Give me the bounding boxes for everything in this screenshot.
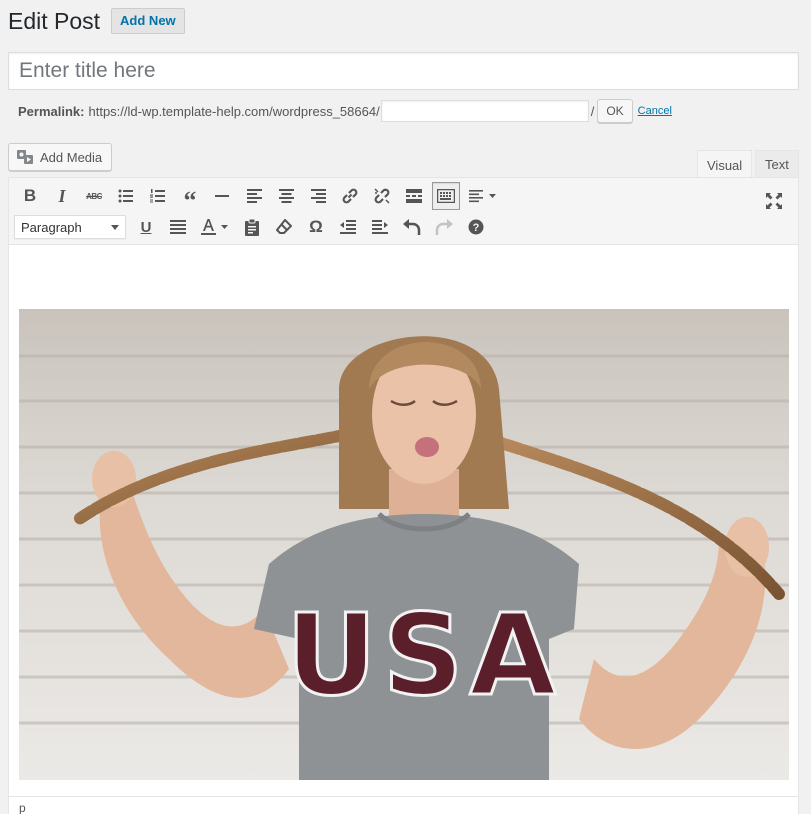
- fullscreen-button[interactable]: [758, 187, 790, 215]
- editor-toolbar: B I ABC “ Paragraph U Ω ?: [9, 178, 798, 245]
- outdent-button[interactable]: [332, 213, 364, 241]
- special-character-button[interactable]: Ω: [300, 213, 332, 241]
- justify-button[interactable]: [162, 213, 194, 241]
- permalink-label: Permalink:: [18, 103, 85, 119]
- tab-text[interactable]: Text: [755, 150, 799, 178]
- toolbar-row-2: Paragraph U Ω ?: [14, 212, 492, 242]
- align-dropdown-icon: [469, 190, 496, 203]
- toolbar-row-1: B I ABC “: [14, 181, 504, 215]
- add-new-button[interactable]: Add New: [111, 8, 185, 34]
- align-right-button[interactable]: [302, 182, 334, 210]
- underline-icon: U: [140, 218, 152, 236]
- align-center-icon: [278, 189, 294, 203]
- horizontal-line-icon: [215, 195, 229, 197]
- justify-icon: [170, 220, 186, 234]
- align-left-button[interactable]: [238, 182, 270, 210]
- read-more-icon: [406, 189, 422, 203]
- redo-icon: [435, 219, 453, 235]
- permalink-slash: /: [590, 103, 595, 119]
- bullet-list-icon: [118, 189, 133, 203]
- add-media-label: Add Media: [40, 149, 103, 165]
- bullet-list-button[interactable]: [110, 182, 142, 210]
- omega-icon: Ω: [309, 217, 323, 236]
- text-align-dropdown[interactable]: [462, 182, 504, 210]
- post-title-input[interactable]: [9, 53, 798, 89]
- fullscreen-icon: [766, 193, 782, 209]
- undo-icon: [403, 219, 421, 235]
- link-icon: [342, 188, 358, 204]
- italic-button[interactable]: I: [46, 182, 78, 210]
- insert-link-button[interactable]: [334, 182, 366, 210]
- page-title: Edit Post: [8, 8, 101, 34]
- blockquote-icon: “: [183, 186, 197, 215]
- tshirt-text: USA: [286, 591, 562, 721]
- permalink-base-url: https://ld-wp.template-help.com/wordpres…: [88, 103, 380, 119]
- undo-button[interactable]: [396, 213, 428, 241]
- clipboard-icon: [245, 218, 259, 236]
- permalink-row: Permalink: https://ld-wp.template-help.c…: [18, 99, 672, 123]
- horizontal-line-button[interactable]: [206, 182, 238, 210]
- bold-button[interactable]: B: [14, 182, 46, 210]
- outdent-icon: [340, 220, 356, 234]
- strikethrough-icon: ABC: [86, 191, 102, 201]
- numbered-list-icon: [150, 189, 165, 203]
- tab-visual[interactable]: Visual: [697, 150, 753, 179]
- numbered-list-button[interactable]: [142, 182, 174, 210]
- indent-button[interactable]: [364, 213, 396, 241]
- text-color-button[interactable]: [194, 213, 236, 241]
- italic-icon: I: [58, 185, 66, 206]
- help-button[interactable]: ?: [460, 213, 492, 241]
- editor: B I ABC “ Paragraph U Ω ? USA p: [8, 177, 799, 814]
- help-icon: ?: [468, 219, 484, 235]
- eraser-icon: [276, 219, 292, 234]
- unlink-icon: [374, 188, 390, 204]
- editor-statusbar: p: [9, 796, 798, 814]
- media-icon: [17, 150, 33, 164]
- keyboard-icon: [437, 189, 455, 203]
- permalink-ok-button[interactable]: OK: [597, 99, 633, 123]
- indent-icon: [372, 220, 388, 234]
- align-right-icon: [310, 189, 326, 203]
- add-media-button[interactable]: Add Media: [8, 143, 113, 171]
- underline-button[interactable]: U: [130, 213, 162, 241]
- permalink-slug-input[interactable]: [380, 100, 589, 122]
- remove-link-button[interactable]: [366, 182, 398, 210]
- redo-button[interactable]: [428, 213, 460, 241]
- paste-as-text-button[interactable]: [236, 213, 268, 241]
- bold-icon: B: [23, 186, 37, 205]
- help-glyph: ?: [473, 222, 480, 234]
- page-header: Edit Post Add New: [8, 6, 185, 36]
- align-center-button[interactable]: [270, 182, 302, 210]
- element-path[interactable]: p: [19, 801, 26, 814]
- blockquote-button[interactable]: “: [174, 182, 206, 215]
- format-select[interactable]: Paragraph: [14, 215, 126, 239]
- editor-content-area[interactable]: USA: [9, 245, 798, 798]
- format-select-value: Paragraph: [21, 219, 82, 235]
- toolbar-toggle-button[interactable]: [432, 182, 460, 210]
- post-image[interactable]: USA: [19, 309, 789, 780]
- strikethrough-button[interactable]: ABC: [78, 182, 110, 210]
- chevron-down-icon: [111, 225, 119, 230]
- clear-formatting-button[interactable]: [268, 213, 300, 241]
- permalink-cancel-link[interactable]: Cancel: [638, 105, 672, 117]
- post-title-wrapper: [8, 52, 799, 90]
- align-left-icon: [246, 189, 262, 203]
- photo-image-icon: USA: [19, 309, 789, 780]
- read-more-button[interactable]: [398, 182, 430, 210]
- text-color-icon: [201, 219, 228, 235]
